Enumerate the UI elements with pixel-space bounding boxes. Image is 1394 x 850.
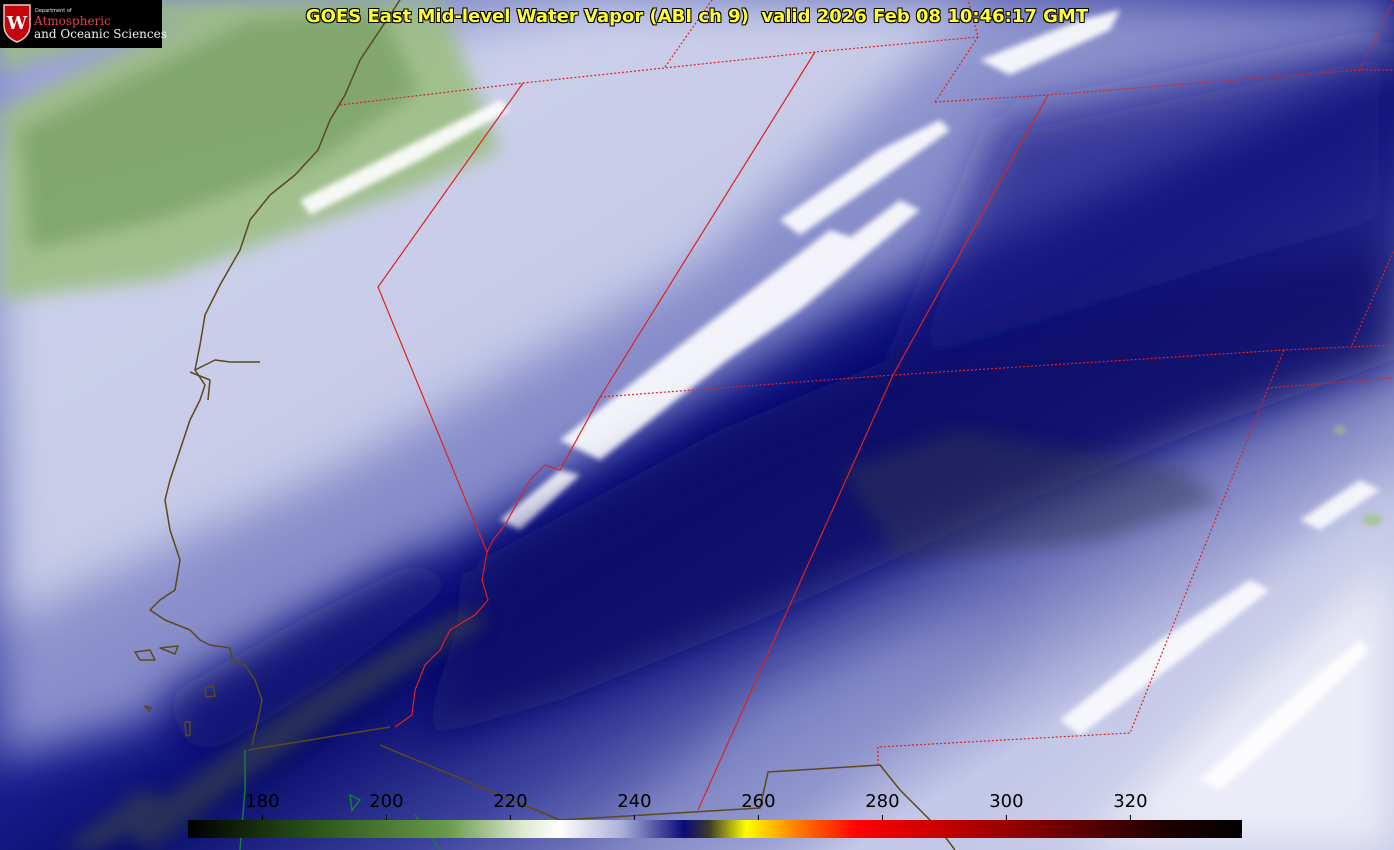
colorbar-gradient [188,820,1242,838]
colorbar-tick-label: 180 [245,791,279,812]
colorbar-tick-label: 280 [865,791,899,812]
colorbar-tick-label: 220 [493,791,527,812]
colorbar-tick-label: 240 [617,791,651,812]
satellite-map: W Department of Atmospheric and Oceanic … [0,0,1394,850]
colorbar-tick-label: 300 [989,791,1023,812]
colorbar: 180 200 220 240 260 280 300 320 [188,791,1242,838]
colorbar-tick-label: 200 [369,791,403,812]
colorbar-tick-label: 260 [741,791,775,812]
colorbar-tick-label: 320 [1113,791,1147,812]
